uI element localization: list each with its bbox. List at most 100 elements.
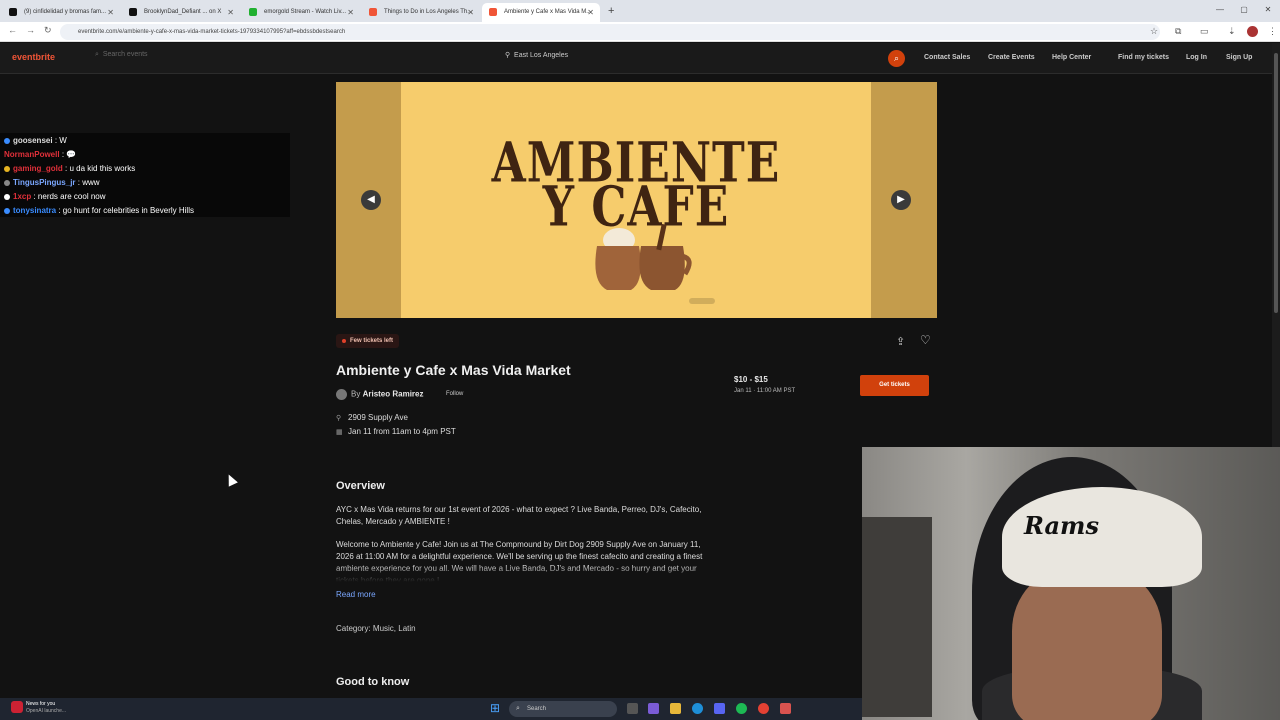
streamer-face (1012, 567, 1162, 720)
taskbar-search-label: Search (527, 706, 547, 712)
profile-avatar[interactable] (1247, 26, 1258, 37)
back-icon[interactable]: ← (8, 25, 17, 35)
browser-tab[interactable]: emorgold Stream - Watch Liv... ✕ (242, 3, 360, 22)
chat-username: tonysinatra (13, 206, 57, 215)
read-more-link[interactable]: Read more (336, 590, 376, 599)
search-icon: ⌕ (516, 705, 520, 712)
price-range: $10 - $15 (734, 375, 768, 384)
get-tickets-button[interactable]: Get tickets (860, 375, 929, 396)
bookmark-star-icon[interactable]: ☆ (1150, 26, 1158, 37)
tab-label: Ambiente y Cafe x Mas Vida M... (504, 9, 592, 15)
chat-message: TingusPingus_jr : www (4, 178, 100, 187)
help-center-link[interactable]: Help Center (1052, 54, 1091, 61)
file-explorer-icon[interactable] (670, 703, 681, 714)
carousel-prev-button[interactable]: ◀ (361, 190, 381, 210)
search-submit-button[interactable]: ⌕ (888, 50, 905, 67)
event-date: ▦ Jan 11 from 11am to 4pm PST (336, 427, 456, 436)
sign-up-link[interactable]: Sign Up (1226, 54, 1252, 61)
close-icon[interactable]: ✕ (587, 3, 594, 22)
find-tickets-link[interactable]: Find my tickets (1118, 54, 1169, 61)
downloads-icon[interactable]: ⇣ (1228, 26, 1236, 37)
maximize-button[interactable]: ▢ (1232, 0, 1256, 22)
event-category: Category: Music, Latin (336, 624, 416, 633)
news-widget[interactable]: News for you OpenAI launche... (26, 701, 66, 715)
news-title: News for you (26, 701, 56, 707)
carousel-dots[interactable] (689, 298, 715, 304)
contact-sales-link[interactable]: Contact Sales (924, 54, 970, 61)
spotify-icon[interactable] (736, 703, 747, 714)
chrome-icon[interactable] (758, 703, 769, 714)
copilot-icon[interactable] (648, 703, 659, 714)
chat-text: : go hunt for celebrities in Beverly Hil… (58, 206, 194, 215)
close-icon[interactable]: ✕ (467, 3, 474, 22)
discord-icon[interactable] (714, 703, 725, 714)
heart-icon[interactable]: ♡ (920, 333, 931, 347)
tab-favicon-icon (9, 8, 17, 16)
eventbrite-logo[interactable]: eventbrite (12, 52, 55, 62)
carousel-next-button[interactable]: ▶ (891, 190, 911, 210)
chat-text: : www (77, 178, 100, 187)
close-icon[interactable]: ✕ (227, 3, 234, 22)
address-bar: ← → ↻ eventbrite.com/e/ambiente-y-cafe-x… (0, 22, 1280, 42)
url-field[interactable]: eventbrite.com/e/ambiente-y-cafe-x-mas-v… (60, 24, 1160, 40)
chat-text: : nerds are cool now (33, 192, 106, 201)
location-label: East Los Angeles (514, 52, 569, 59)
log-in-link[interactable]: Log In (1186, 54, 1207, 61)
browser-tab[interactable]: BrooklynDad_Defiant ... on X ✕ (122, 3, 240, 22)
menu-icon[interactable]: ⋮ (1268, 26, 1277, 37)
webcam-overlay: Rams (862, 447, 1280, 720)
chat-text: : W (54, 136, 67, 145)
scrollbar-thumb[interactable] (1274, 53, 1278, 313)
chat-message: tonysinatra : go hunt for celebrities in… (4, 206, 194, 215)
reload-icon[interactable]: ↻ (44, 25, 52, 36)
forward-icon[interactable]: → (26, 25, 35, 35)
organizer-name[interactable]: Aristeo Ramirez (363, 390, 424, 399)
search-icon: ⌕ (95, 51, 99, 58)
windows-start-icon[interactable]: ⊞ (490, 702, 502, 714)
avatar[interactable] (336, 389, 347, 400)
extensions-icon[interactable]: ⧉ (1175, 26, 1181, 37)
chat-username: goosensei (13, 136, 53, 145)
tab-label: emorgold Stream - Watch Liv... (264, 9, 347, 15)
tab-favicon-icon (369, 8, 377, 16)
browser-tab[interactable]: (9) cinfidelidad y bromas fam... ✕ (2, 3, 120, 22)
browser-tab-bar: (9) cinfidelidad y bromas fam... ✕ Brookl… (0, 0, 1280, 22)
calendar-icon: ▦ (336, 429, 343, 436)
site-header: eventbrite ⌕ Search events ⚲ East Los An… (0, 43, 1272, 74)
obs-icon[interactable] (780, 703, 791, 714)
close-icon[interactable]: ✕ (107, 3, 114, 22)
location-input[interactable]: ⚲ East Los Angeles (505, 51, 568, 59)
task-view-icon[interactable] (627, 703, 638, 714)
windows-taskbar: News for you OpenAI launche... ⊞ ⌕ Search (0, 698, 862, 720)
chat-message: goosensei : W (4, 136, 67, 145)
create-events-link[interactable]: Create Events (988, 54, 1035, 61)
close-window-button[interactable]: ✕ (1256, 0, 1280, 22)
overview-heading: Overview (336, 480, 385, 492)
location-pin-icon: ⚲ (336, 415, 342, 422)
chat-username: 1xcp (13, 192, 32, 201)
webcam-shelf (862, 517, 932, 717)
taskbar-search-input[interactable]: ⌕ Search (509, 701, 617, 717)
edge-icon[interactable] (692, 703, 703, 714)
chat-badge-icon (4, 179, 10, 186)
minimize-button[interactable]: — (1208, 0, 1232, 22)
stream-chat-overlay: goosensei : W NormanPowell : 💬 gaming_go… (0, 133, 290, 217)
follow-button[interactable]: Follow (446, 391, 463, 397)
address-text: 2909 Supply Ave (348, 413, 408, 422)
good-to-know-heading: Good to know (336, 676, 410, 688)
search-input[interactable]: ⌕ Search events (95, 51, 148, 59)
tab-label: (9) cinfidelidad y bromas fam... (24, 9, 107, 15)
event-title: Ambiente y Cafe x Mas Vida Market (336, 362, 571, 378)
new-tab-button[interactable]: + (608, 3, 614, 22)
close-icon[interactable]: ✕ (347, 3, 354, 22)
share-icon[interactable]: ⇪ (896, 335, 905, 348)
browser-tab[interactable]: Things to Do in Los Angeles Th... ✕ (362, 3, 480, 22)
sidebar-icon[interactable]: ▭ (1200, 26, 1209, 37)
tab-favicon-icon (249, 8, 257, 16)
chat-username: gaming_gold (13, 164, 63, 173)
tab-favicon-icon (489, 8, 497, 16)
window-controls: — ▢ ✕ (1208, 0, 1280, 22)
organizer-line: By Aristeo Ramirez (336, 389, 424, 400)
browser-tab-active[interactable]: Ambiente y Cafe x Mas Vida M... ✕ (482, 3, 600, 22)
tab-label: BrooklynDad_Defiant ... on X (144, 9, 222, 15)
